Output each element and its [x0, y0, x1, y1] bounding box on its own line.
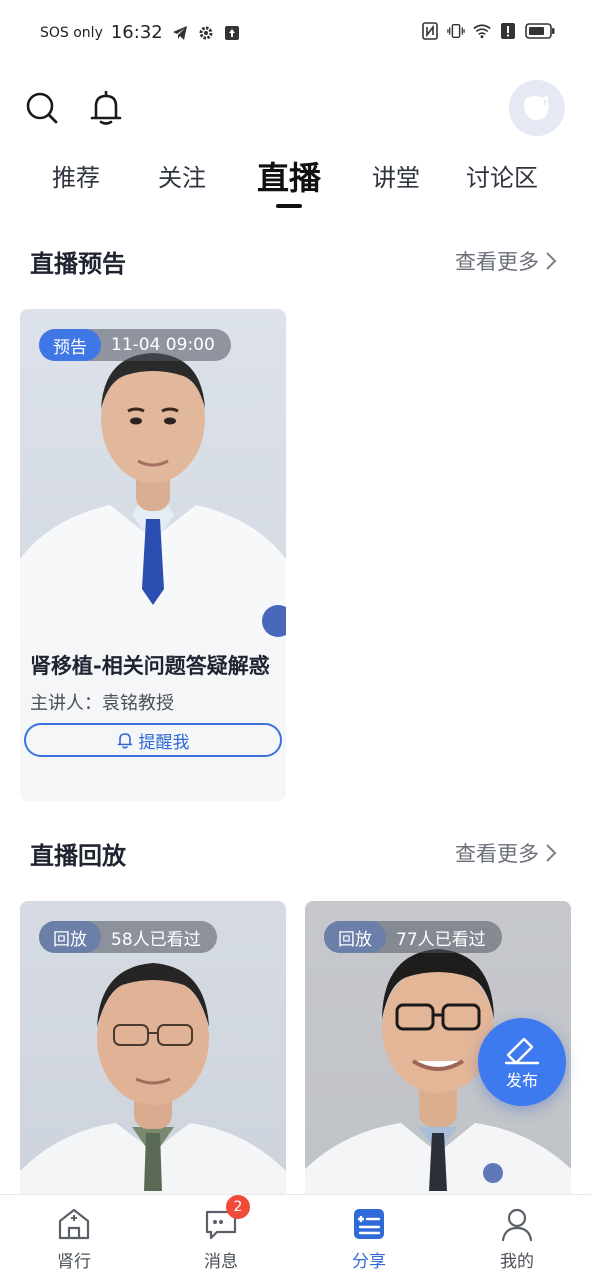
notification-button[interactable]: [86, 88, 126, 128]
live-title: 肾移植-相关问题答疑解惑: [30, 654, 270, 678]
nav-item-messages[interactable]: 2 消息: [171, 1195, 271, 1272]
live-speaker: 主讲人：袁铭教授: [30, 693, 174, 714]
gear-icon: [197, 24, 215, 42]
share-list-icon: [350, 1205, 388, 1243]
avatar-placeholder-icon: [509, 80, 565, 136]
bell-icon: [90, 90, 122, 125]
chevron-right-icon: [546, 252, 557, 270]
more-label: 查看更多: [455, 250, 539, 274]
battery-icon: [525, 22, 555, 40]
replay-views: 77人已看过: [396, 929, 486, 950]
bottom-nav: 肾行 2 消息 分享 我的: [0, 1194, 591, 1280]
bell-icon: [117, 733, 132, 749]
replay-tag: 回放: [39, 921, 101, 953]
replay-badge: 回放 58人已看过: [39, 921, 217, 953]
avatar[interactable]: [509, 80, 565, 136]
preview-section-title: 直播预告: [30, 250, 126, 278]
tab-label: 讨论区: [466, 164, 538, 192]
sos-label: SOS only: [40, 24, 103, 41]
tab-lecture[interactable]: 讲堂: [372, 150, 420, 210]
publish-label: 发布: [505, 1071, 538, 1090]
search-icon: [26, 92, 58, 124]
replay-section-title: 直播回放: [30, 842, 126, 870]
status-bar: SOS only 16:32: [0, 0, 591, 66]
home-cross-icon: [55, 1205, 93, 1243]
nav-item-share[interactable]: 分享: [319, 1205, 419, 1272]
upload-icon: [223, 24, 241, 42]
chevron-right-icon: [546, 844, 557, 862]
nav-label: 我的: [500, 1252, 534, 1272]
more-label: 查看更多: [455, 842, 539, 866]
tab-live[interactable]: 直播: [257, 150, 321, 210]
wifi-icon: [473, 22, 491, 40]
replay-card[interactable]: 回放 58人已看过: [20, 901, 286, 1201]
preview-more-link[interactable]: 查看更多: [455, 246, 557, 276]
vibrate-icon: [447, 22, 465, 40]
remind-label: 提醒我: [138, 732, 190, 753]
search-button[interactable]: [22, 88, 62, 128]
unread-badge: 2: [226, 1195, 250, 1219]
replay-more-link[interactable]: 查看更多: [455, 838, 557, 868]
nav-label: 分享: [352, 1252, 386, 1272]
tab-discussion[interactable]: 讨论区: [466, 150, 538, 210]
tab-label: 推荐: [52, 164, 100, 192]
status-time: 16:32: [110, 22, 163, 43]
speaker-photo: 预告 11-04 09:00: [20, 309, 286, 637]
tab-label: 讲堂: [372, 164, 420, 192]
message-icon: 2: [202, 1195, 250, 1243]
remind-button[interactable]: 提醒我: [24, 723, 282, 757]
nav-label: 消息: [204, 1252, 238, 1272]
preview-card[interactable]: 预告 11-04 09:00 肾移植-相关问题答疑解惑 主讲人：袁铭教授 提醒我: [20, 309, 286, 801]
preview-time: 11-04 09:00: [111, 335, 215, 355]
publish-button[interactable]: 发布: [478, 1018, 566, 1106]
person-icon: [498, 1205, 536, 1243]
replay-badge: 回放 77人已看过: [324, 921, 502, 953]
tab-label: 关注: [158, 164, 206, 192]
preview-tag: 预告: [39, 329, 101, 361]
nav-item-profile[interactable]: 我的: [467, 1205, 567, 1272]
nav-label: 肾行: [57, 1252, 91, 1272]
category-tabs: 推荐 关注 直播 讲堂 讨论区: [0, 150, 591, 214]
tab-follow[interactable]: 关注: [158, 150, 206, 210]
alert-icon: [499, 22, 517, 40]
tab-label: 直播: [257, 159, 322, 197]
nfc-icon: [421, 22, 439, 40]
nav-item-home[interactable]: 肾行: [24, 1205, 124, 1272]
replay-views: 58人已看过: [111, 929, 201, 950]
preview-badge: 预告 11-04 09:00: [39, 329, 231, 361]
replay-tag: 回放: [324, 921, 386, 953]
speaker-photo: 回放 58人已看过: [20, 901, 286, 1201]
active-tab-indicator: [276, 204, 302, 208]
compose-icon: [504, 1037, 540, 1065]
tab-recommend[interactable]: 推荐: [52, 150, 100, 210]
telegram-icon: [171, 24, 189, 42]
